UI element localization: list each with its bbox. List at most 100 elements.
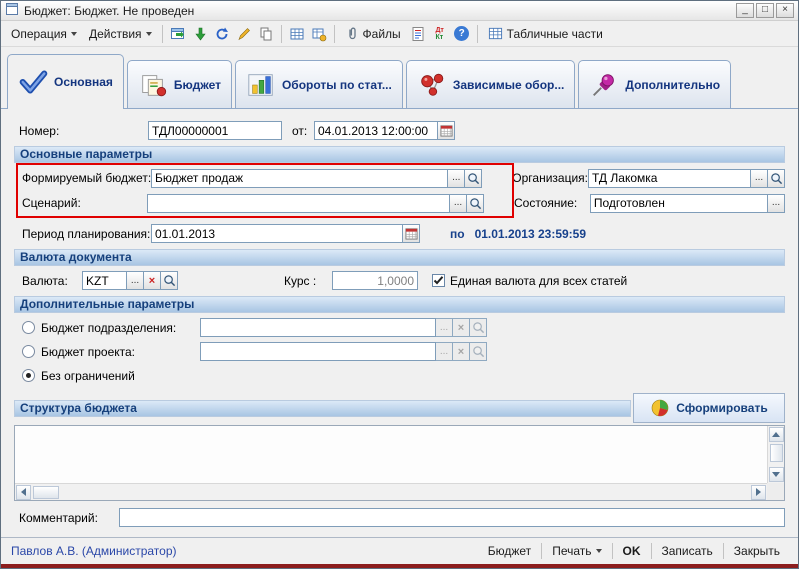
date-input[interactable] bbox=[314, 121, 438, 140]
import-button[interactable] bbox=[189, 23, 211, 45]
budget-department-ellipsis-button[interactable]: ... bbox=[436, 318, 453, 337]
budget-department-input[interactable] bbox=[200, 318, 436, 337]
formed-budget-ellipsis-button[interactable]: ... bbox=[448, 169, 465, 188]
budget-docs-icon bbox=[138, 71, 168, 99]
budget-project-clear-button[interactable]: × bbox=[453, 342, 470, 361]
scenario-label: Сценарий: bbox=[22, 196, 147, 210]
reread-button[interactable] bbox=[211, 23, 233, 45]
number-input[interactable] bbox=[148, 121, 282, 140]
scroll-down-button[interactable] bbox=[769, 467, 784, 482]
section-budget-structure: Структура бюджета bbox=[14, 400, 631, 417]
close-button[interactable]: × bbox=[776, 3, 794, 18]
budget-project-open-button[interactable] bbox=[470, 342, 487, 361]
statusbar-separator bbox=[723, 543, 724, 559]
formed-budget-open-button[interactable] bbox=[465, 169, 482, 188]
vertical-scrollbar[interactable] bbox=[767, 426, 784, 483]
dtkt-posting-button[interactable]: Дт Кт bbox=[429, 23, 451, 45]
statusbar-separator bbox=[651, 543, 652, 559]
pushpin-icon bbox=[589, 71, 619, 99]
open-form-button[interactable] bbox=[167, 23, 189, 45]
toolbar-separator bbox=[162, 25, 163, 43]
statusbar-separator bbox=[612, 543, 613, 559]
organization-input[interactable] bbox=[588, 169, 751, 188]
chevron-down-icon bbox=[71, 32, 77, 36]
scenario-open-button[interactable] bbox=[467, 194, 484, 213]
vertical-scrollbar-thumb[interactable] bbox=[770, 444, 783, 462]
maximize-button[interactable]: □ bbox=[756, 3, 774, 18]
scroll-right-button[interactable] bbox=[751, 485, 766, 500]
actions-menu-button[interactable]: Действия bbox=[83, 24, 158, 44]
statusbar-buttons: Бюджет Печать OK Записать Закрыть bbox=[480, 542, 788, 560]
dtkt-dt-label: Дт bbox=[435, 27, 443, 34]
no-limits-row: Без ограничений bbox=[14, 366, 785, 385]
currency-row: Валюта: ... × Курс : Единая валюта для в… bbox=[14, 271, 785, 290]
date-calendar-button[interactable] bbox=[438, 121, 455, 140]
scenario-ellipsis-button[interactable]: ... bbox=[450, 194, 467, 213]
single-currency-checkbox[interactable] bbox=[432, 274, 445, 287]
tab-budget-label: Бюджет bbox=[174, 78, 221, 92]
report-button[interactable] bbox=[407, 23, 429, 45]
budget-department-open-button[interactable] bbox=[470, 318, 487, 337]
budget-structure-area[interactable] bbox=[14, 425, 785, 501]
tab-dependent-turnovers-label: Зависимые обор... bbox=[453, 78, 565, 92]
import-icon bbox=[192, 26, 208, 42]
currency-clear-button[interactable]: × bbox=[144, 271, 161, 290]
state-input[interactable] bbox=[590, 194, 768, 213]
period-calendar-button[interactable] bbox=[403, 224, 420, 243]
minimize-button[interactable]: _ bbox=[736, 3, 754, 18]
edit-button[interactable] bbox=[233, 23, 255, 45]
currency-input[interactable] bbox=[82, 271, 127, 290]
application-window: Бюджет: Бюджет. Не проведен _ □ × Операц… bbox=[0, 0, 799, 569]
state-ellipsis-button[interactable]: ... bbox=[768, 194, 785, 213]
files-button[interactable]: Файлы bbox=[339, 23, 407, 44]
operation-menu-button[interactable]: Операция bbox=[5, 24, 83, 44]
table-view-button[interactable] bbox=[286, 23, 308, 45]
horizontal-scrollbar-thumb[interactable] bbox=[33, 486, 59, 499]
tab-turnovers[interactable]: Обороты по стат... bbox=[235, 60, 403, 108]
scenario-input[interactable] bbox=[147, 194, 450, 213]
budget-project-row: Бюджет проекта: ... × bbox=[14, 342, 785, 361]
budget-project-input[interactable] bbox=[200, 342, 436, 361]
scroll-left-button[interactable] bbox=[16, 485, 31, 500]
currency-label: Валюта: bbox=[22, 274, 82, 288]
magnifier-icon bbox=[163, 274, 176, 287]
currency-ellipsis-button[interactable]: ... bbox=[127, 271, 144, 290]
generate-button[interactable]: Сформировать bbox=[633, 393, 785, 423]
tab-budget[interactable]: Бюджет bbox=[127, 60, 232, 108]
formed-budget-input[interactable] bbox=[151, 169, 448, 188]
window-controls: _ □ × bbox=[736, 3, 794, 18]
ok-button[interactable]: OK bbox=[615, 542, 649, 560]
magnifier-icon bbox=[469, 197, 482, 210]
pie-chart-icon bbox=[650, 398, 670, 418]
number-label: Номер: bbox=[19, 124, 148, 138]
dtkt-kt-label: Кт bbox=[435, 34, 443, 41]
budget-department-radio[interactable] bbox=[22, 321, 35, 334]
organization-open-button[interactable] bbox=[768, 169, 785, 188]
budget-department-clear-button[interactable]: × bbox=[453, 318, 470, 337]
help-button[interactable]: ? bbox=[451, 23, 473, 45]
save-button[interactable]: Записать bbox=[654, 542, 721, 560]
table-settings-button[interactable] bbox=[308, 23, 330, 45]
tab-dependent-turnovers[interactable]: Зависимые обор... bbox=[406, 60, 576, 108]
budget-action-button[interactable]: Бюджет bbox=[480, 542, 539, 560]
rate-input[interactable] bbox=[332, 271, 418, 290]
currency-open-button[interactable] bbox=[161, 271, 178, 290]
comment-input[interactable] bbox=[119, 508, 785, 527]
tab-main[interactable]: Основная bbox=[7, 54, 124, 109]
chevron-down-icon bbox=[596, 549, 602, 553]
copy-button[interactable] bbox=[255, 23, 277, 45]
tabular-parts-button[interactable]: Табличные части bbox=[482, 23, 609, 44]
horizontal-scrollbar[interactable] bbox=[15, 483, 767, 500]
no-limits-radio[interactable] bbox=[22, 369, 35, 382]
organization-ellipsis-button[interactable]: ... bbox=[751, 169, 768, 188]
tab-additional[interactable]: Дополнительно bbox=[578, 60, 731, 108]
budget-project-radio[interactable] bbox=[22, 345, 35, 358]
close-form-button[interactable]: Закрыть bbox=[726, 542, 788, 560]
scroll-up-button[interactable] bbox=[769, 427, 784, 442]
period-input[interactable] bbox=[151, 224, 403, 243]
molecule-icon bbox=[417, 71, 447, 99]
budget-project-ellipsis-button[interactable]: ... bbox=[436, 342, 453, 361]
arrow-left-icon bbox=[21, 488, 26, 496]
toolbar-separator bbox=[477, 25, 478, 43]
print-button[interactable]: Печать bbox=[544, 542, 609, 560]
